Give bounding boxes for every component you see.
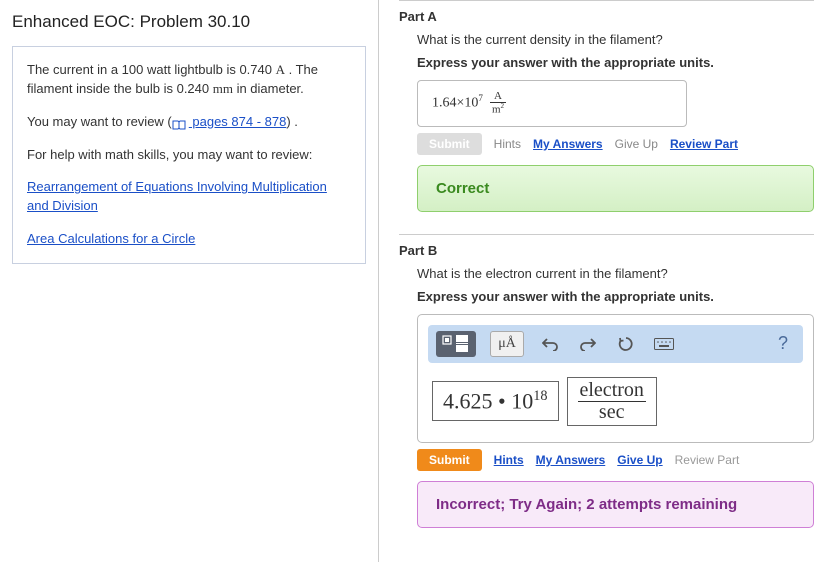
help-link-2[interactable]: Area Calculations for a Circle <box>27 231 195 246</box>
part-b-feedback: Incorrect; Try Again; 2 attempts remaini… <box>417 481 814 528</box>
part-b-actions: Submit Hints My Answers Give Up Review P… <box>417 449 814 471</box>
my-answers-link[interactable]: My Answers <box>533 137 603 151</box>
part-a: Part A What is the current density in th… <box>399 0 814 212</box>
book-icon <box>172 117 186 127</box>
help-icon[interactable]: ? <box>771 332 795 356</box>
part-b-question: What is the electron current in the fila… <box>417 266 814 281</box>
part-a-instruction: Express your answer with the appropriate… <box>417 55 814 70</box>
review-part-link: Review Part <box>675 453 740 467</box>
problem-text-3: For help with math skills, you may want … <box>27 146 351 165</box>
part-b-label: Part B <box>399 243 814 258</box>
part-a-actions: Submit Hints My Answers Give Up Review P… <box>417 133 814 155</box>
part-a-answer-display: 1.64×107 Am2 <box>417 80 687 127</box>
redo-icon[interactable] <box>576 332 600 356</box>
entry-row: 4.625 • 1018 electron sec <box>428 377 803 432</box>
review-part-link[interactable]: Review Part <box>670 137 738 151</box>
my-answers-link[interactable]: My Answers <box>536 453 606 467</box>
left-panel: Enhanced EOC: Problem 30.10 The current … <box>0 0 378 562</box>
part-a-feedback: Correct <box>417 165 814 212</box>
part-b: Part B What is the electron current in t… <box>399 234 814 528</box>
help-link-1[interactable]: Rearrangement of Equations Involving Mul… <box>27 179 327 213</box>
give-up-link[interactable]: Give Up <box>615 137 658 151</box>
reset-icon[interactable] <box>614 332 638 356</box>
part-b-instruction: Express your answer with the appropriate… <box>417 289 814 304</box>
problem-text-1: The current in a 100 watt lightbulb is 0… <box>27 61 351 99</box>
submit-button[interactable]: Submit <box>417 133 482 155</box>
part-b-entry-panel: μÅ ? 4.625 • 1018 electron <box>417 314 814 443</box>
part-a-label: Part A <box>399 9 814 24</box>
problem-text-2: You may want to review ( pages 874 - 878… <box>27 113 351 132</box>
undo-icon[interactable] <box>538 332 562 356</box>
problem-statement-box: The current in a 100 watt lightbulb is 0… <box>12 46 366 264</box>
problem-title: Enhanced EOC: Problem 30.10 <box>12 12 366 32</box>
submit-button[interactable]: Submit <box>417 449 482 471</box>
greek-units-button[interactable]: μÅ <box>490 331 524 357</box>
pages-link[interactable]: pages 874 - 878 <box>189 114 287 129</box>
template-icon[interactable] <box>436 331 476 357</box>
keyboard-icon[interactable] <box>652 332 676 356</box>
answer-unit-input[interactable]: electron sec <box>567 377 657 426</box>
entry-toolbar: μÅ ? <box>428 325 803 363</box>
give-up-link[interactable]: Give Up <box>617 453 662 467</box>
right-panel: Part A What is the current density in th… <box>378 0 834 562</box>
hints-link[interactable]: Hints <box>494 453 524 467</box>
hints-link[interactable]: Hints <box>494 137 521 151</box>
answer-value-input[interactable]: 4.625 • 1018 <box>432 381 559 421</box>
part-a-question: What is the current density in the filam… <box>417 32 814 47</box>
